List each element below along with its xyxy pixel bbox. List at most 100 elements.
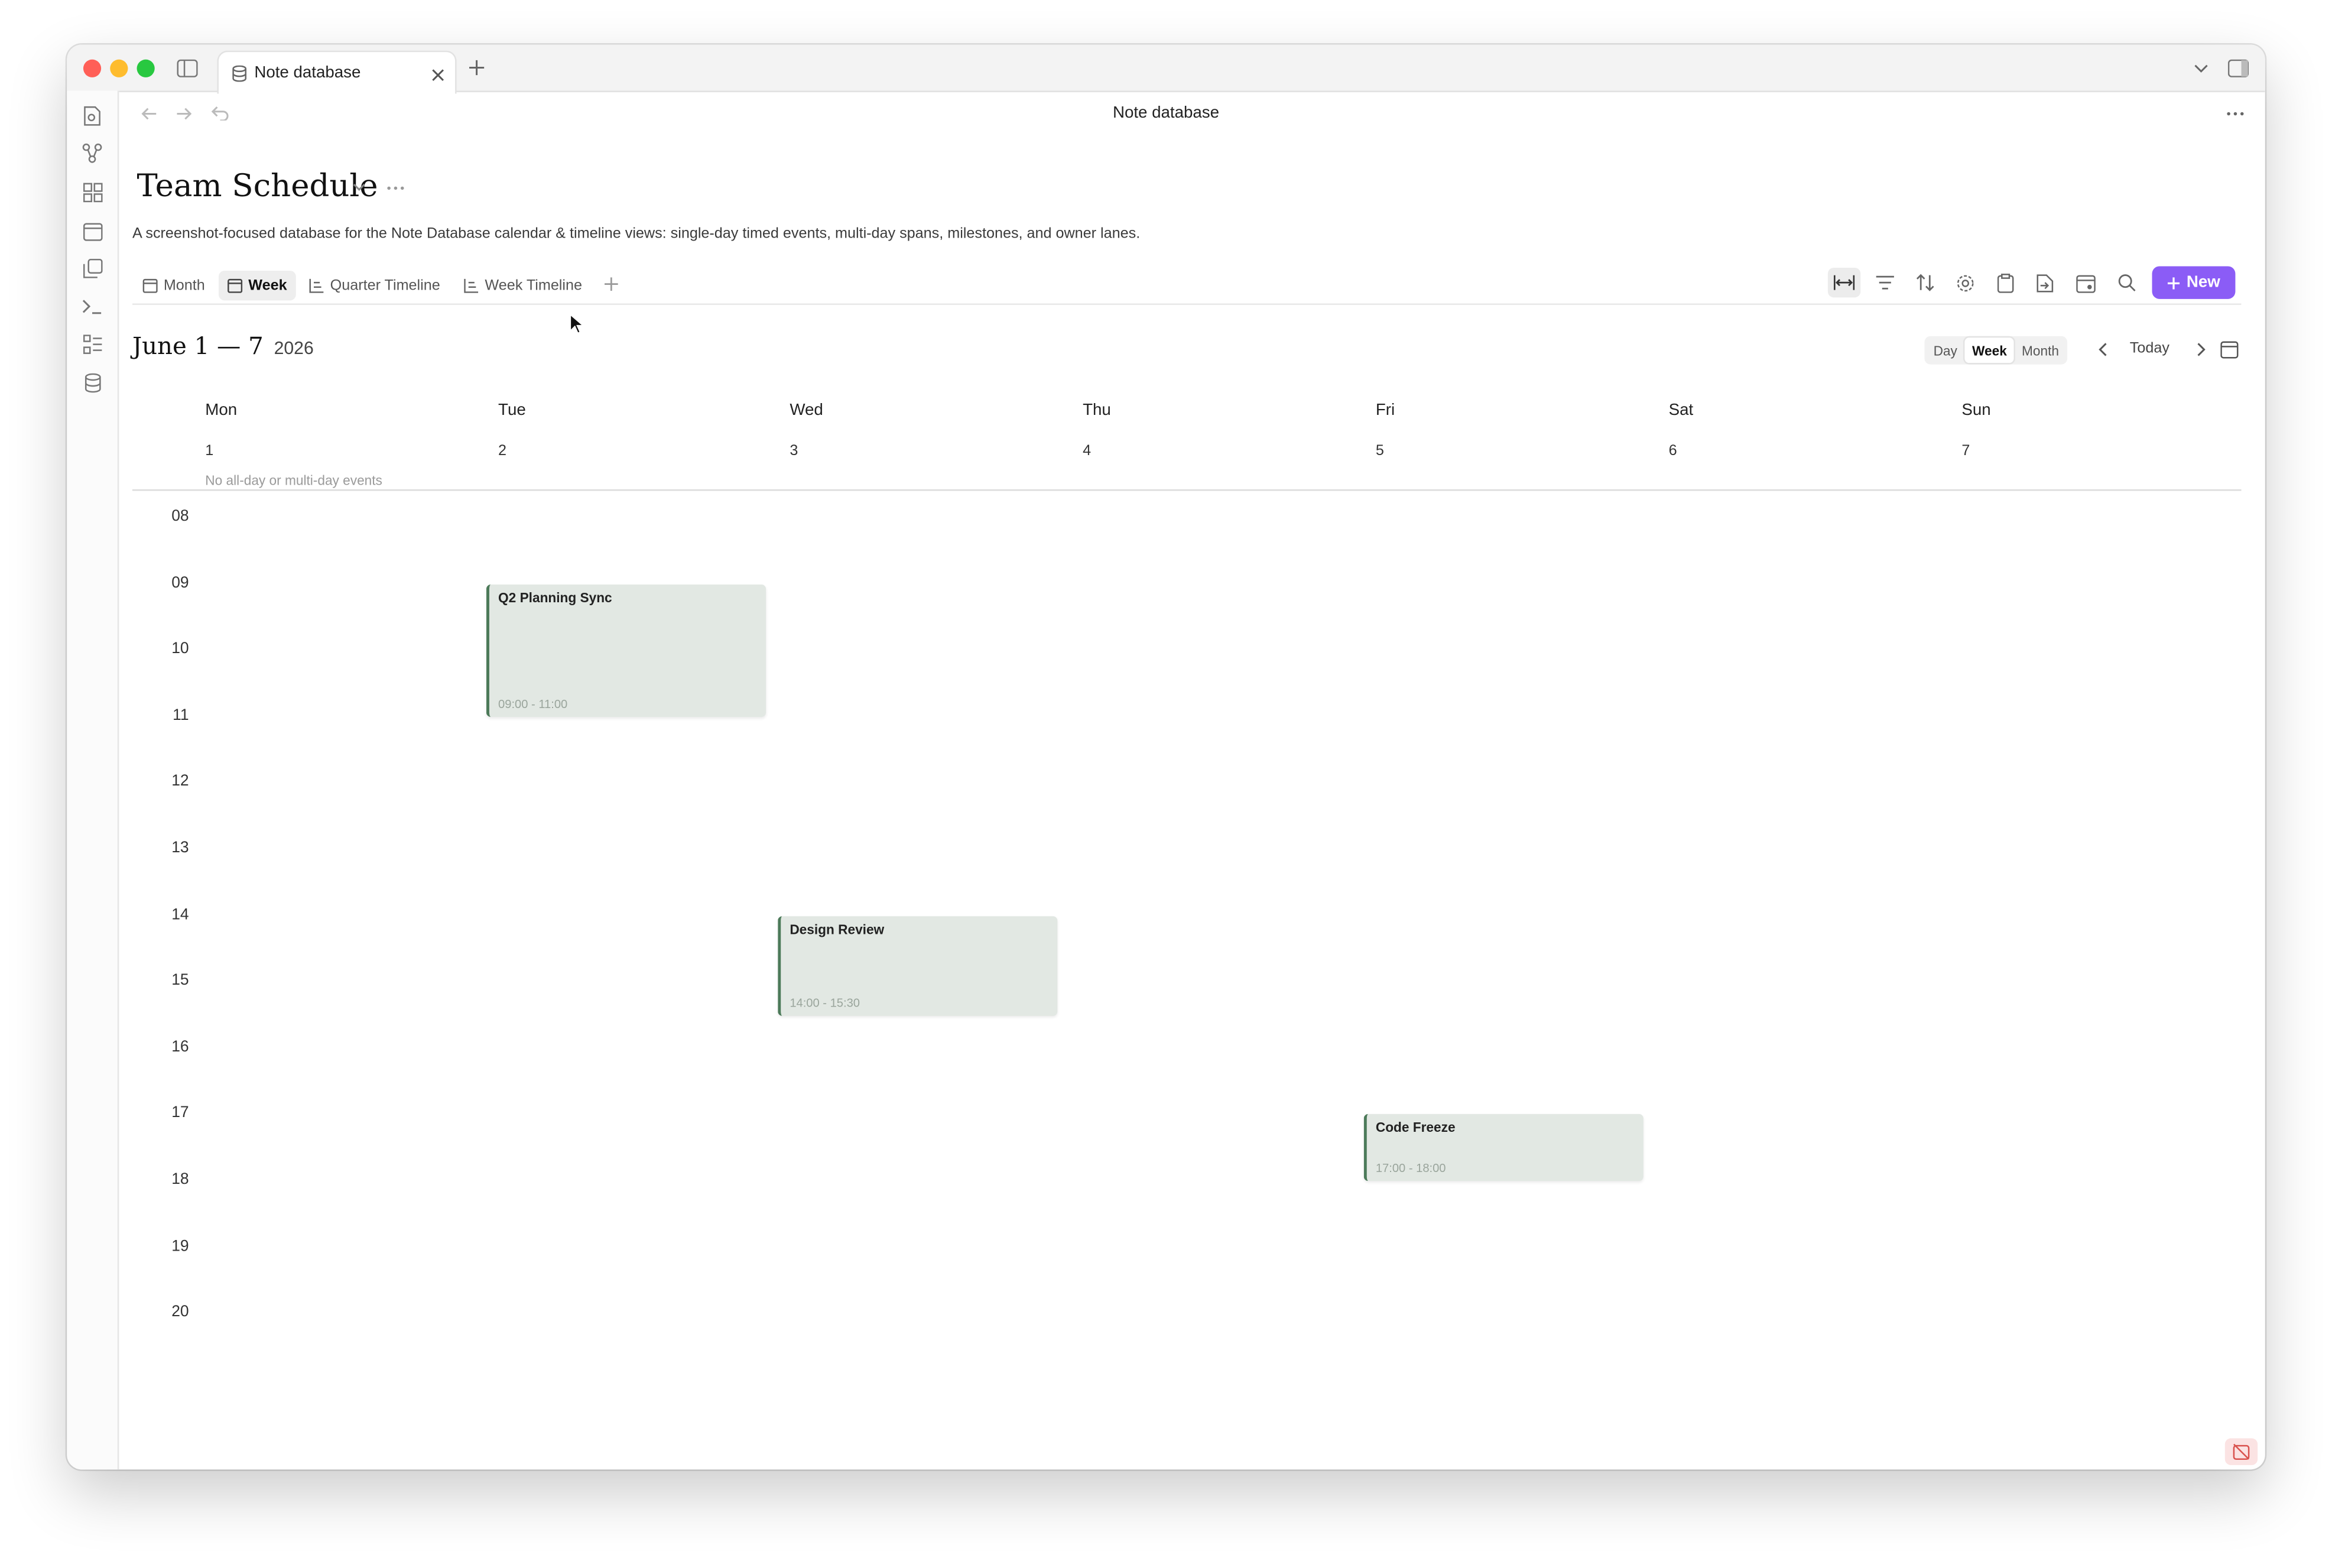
timeline-icon (464, 278, 479, 293)
app-window: Note database Note database Team Schedul… (67, 44, 2265, 1470)
copy-icon[interactable] (80, 256, 104, 280)
calendar-event[interactable]: Design Review 14:00 - 15:30 (778, 916, 1058, 1016)
terminal-icon[interactable] (80, 294, 104, 318)
event-time: 17:00 - 18:00 (1375, 1161, 1446, 1176)
title-more-icon[interactable] (384, 178, 407, 196)
sort-icon (1915, 274, 1934, 291)
day-number[interactable]: 2 (498, 443, 506, 460)
range-label: June 1 — 7 (132, 332, 264, 361)
calendar-settings-button[interactable] (2069, 268, 2102, 297)
search-button[interactable] (2110, 268, 2143, 297)
tab-label: Month (163, 277, 205, 294)
date-range: June 1 — 7 2026 (132, 332, 314, 360)
calendar-event[interactable]: Code Freeze 17:00 - 18:00 (1363, 1113, 1644, 1181)
settings-button[interactable] (1948, 268, 1981, 297)
graph-icon[interactable] (80, 141, 104, 165)
day-name: Mon (205, 401, 238, 420)
database-icon (230, 65, 247, 82)
day-number[interactable]: 5 (1376, 443, 1384, 460)
day-name: Fri (1375, 401, 1395, 420)
sort-button[interactable] (1908, 268, 1941, 297)
clipboard-icon (1996, 272, 2013, 293)
mode-day-button[interactable]: Day (1926, 337, 1964, 363)
tab-week[interactable]: Week (218, 271, 296, 301)
tab-quarter-timeline[interactable]: Quarter Timeline (300, 271, 449, 300)
day-number[interactable]: 7 (1961, 443, 1970, 460)
new-tab-icon[interactable] (466, 57, 486, 77)
today-button[interactable]: Today (2130, 340, 2169, 357)
tab-title: Note database (254, 64, 361, 82)
day-number[interactable]: 4 (1083, 443, 1091, 460)
tab-label: Quarter Timeline (330, 277, 440, 294)
fit-width-icon (1833, 275, 1855, 290)
event-title: Design Review (790, 922, 885, 937)
sync-off-icon[interactable] (2224, 1438, 2258, 1465)
new-button-label: New (2186, 274, 2220, 292)
mode-month-button[interactable]: Month (2014, 337, 2066, 363)
tabs-divider (132, 303, 2242, 305)
hour-label: 08 (171, 507, 189, 525)
gear-icon (1956, 274, 1973, 291)
close-window-button[interactable] (83, 59, 102, 77)
calendar-settings-icon (2075, 274, 2095, 293)
day-number[interactable]: 6 (1669, 443, 1677, 460)
all-day-empty-text: No all-day or multi-day events (205, 473, 382, 488)
sidebar-toggle-icon[interactable] (176, 57, 199, 80)
tab-week-timeline[interactable]: Week Timeline (455, 271, 591, 300)
day-number[interactable]: 3 (790, 443, 798, 460)
date-picker-icon[interactable] (2219, 339, 2240, 360)
calendar-icon (142, 278, 158, 293)
mode-switcher: Day Week Month (1924, 336, 2068, 365)
hour-label: 14 (171, 905, 189, 924)
day-number[interactable]: 1 (205, 443, 213, 460)
timeline-icon (309, 278, 324, 293)
database-icon[interactable] (80, 371, 104, 394)
day-name: Thu (1083, 401, 1111, 420)
export-icon (2037, 274, 2054, 292)
minimize-window-button[interactable] (110, 59, 128, 77)
hour-label: 16 (171, 1038, 189, 1056)
tab-note-database[interactable]: Note database (217, 50, 457, 94)
new-button[interactable]: New (2152, 266, 2236, 299)
tab-label: Week (248, 277, 287, 294)
filter-button[interactable] (1868, 268, 1901, 297)
day-name: Sun (1961, 401, 1991, 420)
event-time: 09:00 - 11:00 (498, 697, 568, 711)
zoom-window-button[interactable] (137, 59, 155, 77)
close-tab-icon[interactable] (428, 66, 446, 83)
fit-width-button[interactable] (1827, 267, 1861, 298)
hour-label: 20 (171, 1303, 189, 1321)
chevron-down-icon[interactable] (2191, 58, 2211, 79)
calendar-event[interactable]: Q2 Planning Sync 09:00 - 11:00 (486, 585, 766, 718)
mode-week-button[interactable]: Week (1964, 337, 2015, 363)
page-description: A screenshot-focused database for the No… (132, 226, 1141, 243)
header-divider (132, 489, 2242, 491)
right-panel-toggle-icon[interactable] (2226, 57, 2250, 80)
mouse-cursor-icon (570, 313, 585, 342)
checklist-icon[interactable] (80, 332, 104, 355)
calendar-icon[interactable] (80, 219, 104, 242)
event-title: Q2 Planning Sync (498, 590, 612, 606)
add-view-icon[interactable] (601, 274, 622, 294)
range-year: 2026 (274, 337, 314, 359)
next-week-icon[interactable] (2192, 340, 2210, 358)
search-icon (2118, 274, 2136, 291)
event-title: Code Freeze (1375, 1119, 1456, 1135)
title-bar: Note database (67, 44, 2265, 94)
chevron-down-icon[interactable] (349, 178, 367, 196)
more-options-icon[interactable] (2223, 104, 2247, 122)
hour-label: 19 (171, 1237, 189, 1256)
day-name: Tue (498, 401, 526, 420)
page-title: Team Schedule (137, 168, 378, 204)
day-name: Sat (1668, 401, 1694, 420)
dashboard-icon[interactable] (80, 180, 104, 204)
hour-label: 15 (171, 971, 189, 989)
left-rail (67, 90, 119, 1470)
tab-label: Week Timeline (485, 277, 583, 294)
calendar-icon (228, 278, 243, 293)
previous-week-icon[interactable] (2094, 340, 2112, 358)
hour-label: 17 (171, 1103, 189, 1122)
tab-month[interactable]: Month (134, 271, 213, 300)
clipboard-button[interactable] (1989, 268, 2021, 297)
export-button[interactable] (2029, 268, 2061, 297)
